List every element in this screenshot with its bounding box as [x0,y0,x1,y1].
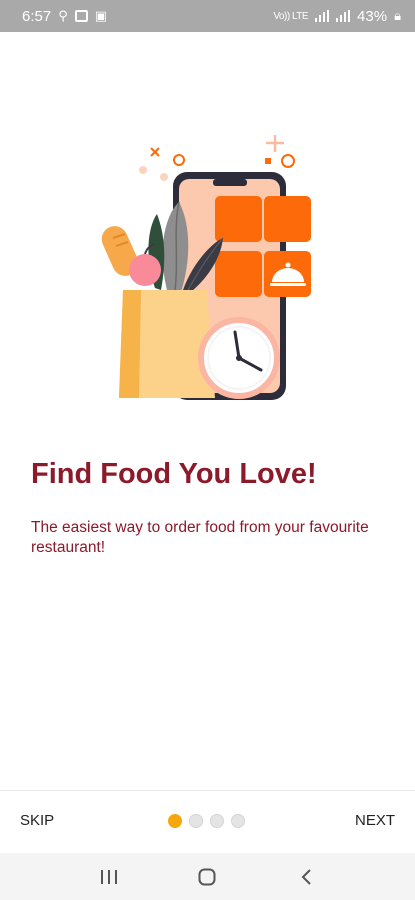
battery-lock-icon: 🔒︎ [394,8,401,24]
page-indicator [168,814,245,828]
page-dot[interactable] [231,814,245,828]
footer-divider [0,790,415,791]
onboarding-subtitle: The easiest way to order food from your … [31,519,369,556]
status-left: 6:57 ⚲ ▣ [22,8,107,25]
battery-level: 43% [357,7,388,25]
status-time: 6:57 [22,7,52,25]
image-icon: ▣ [94,8,108,24]
screen-icon [74,10,88,22]
volte-icon: Vo)) LTE [273,10,309,22]
nearby-share-icon: ⚲ [58,8,68,24]
back-icon[interactable] [288,859,324,895]
status-bar: 6:57 ⚲ ▣ Vo)) LTE 43% 🔒︎ [0,0,415,32]
recent-apps-icon[interactable] [91,859,127,895]
system-nav-bar [0,853,415,900]
home-icon[interactable] [189,859,225,895]
signal-icon-2 [336,10,351,22]
next-button[interactable]: NEXT [355,812,395,829]
page-dot[interactable] [189,814,203,828]
signal-icon [315,10,330,22]
page-dot[interactable] [210,814,224,828]
page-dot-active[interactable] [168,814,182,828]
phone-groceries-clock-illustration [101,135,311,400]
skip-button[interactable]: SKIP [20,812,54,829]
onboarding-title: Find Food You Love! [31,458,317,490]
status-right: Vo)) LTE 43% 🔒︎ [273,8,401,25]
